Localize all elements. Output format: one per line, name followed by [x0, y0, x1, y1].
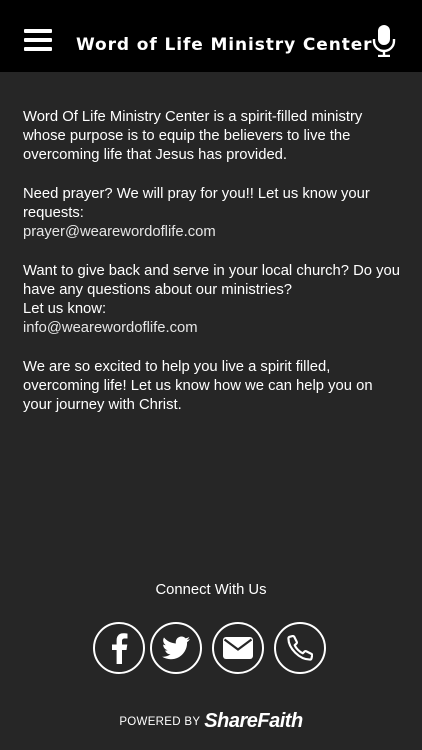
twitter-button[interactable] [150, 622, 202, 674]
email-button[interactable] [212, 622, 264, 674]
closing-paragraph: We are so excited to help you live a spi… [23, 358, 373, 413]
prayer-email-link[interactable]: prayer@wearewordoflife.com [23, 223, 403, 242]
intro-paragraph: Word Of Life Ministry Center is a spirit… [23, 109, 363, 164]
phone-icon [287, 635, 313, 661]
page-title: Word of Life Ministry Center [76, 35, 373, 55]
microphone-icon[interactable] [372, 25, 396, 58]
sharefaith-logo[interactable]: ShareFaith [204, 710, 303, 733]
social-buttons [0, 622, 422, 674]
powered-by-footer: POWERED BY ShareFaith [0, 710, 422, 733]
info-email-link[interactable]: info@wearewordoflife.com [23, 319, 403, 338]
app-screen: Word of Life Ministry Center Word Of Lif… [0, 0, 422, 750]
hamburger-menu-icon[interactable] [24, 29, 52, 55]
prayer-text: Need prayer? We will pray for you!! Let … [23, 185, 370, 221]
serve-paragraph: Want to give back and serve in your loca… [23, 262, 403, 339]
powered-by-label: POWERED BY [119, 715, 201, 728]
phone-button[interactable] [274, 622, 326, 674]
facebook-icon [112, 633, 128, 664]
main-content: Word Of Life Ministry Center is a spirit… [23, 108, 403, 434]
serve-let-us-know: Let us know: [23, 301, 107, 317]
top-bar: Word of Life Ministry Center [0, 0, 422, 72]
twitter-icon [162, 636, 190, 660]
prayer-paragraph: Need prayer? We will pray for you!! Let … [23, 185, 403, 243]
email-icon [223, 637, 253, 659]
facebook-button[interactable] [93, 622, 145, 674]
serve-text: Want to give back and serve in your loca… [23, 262, 400, 298]
connect-title: Connect With Us [155, 582, 267, 598]
